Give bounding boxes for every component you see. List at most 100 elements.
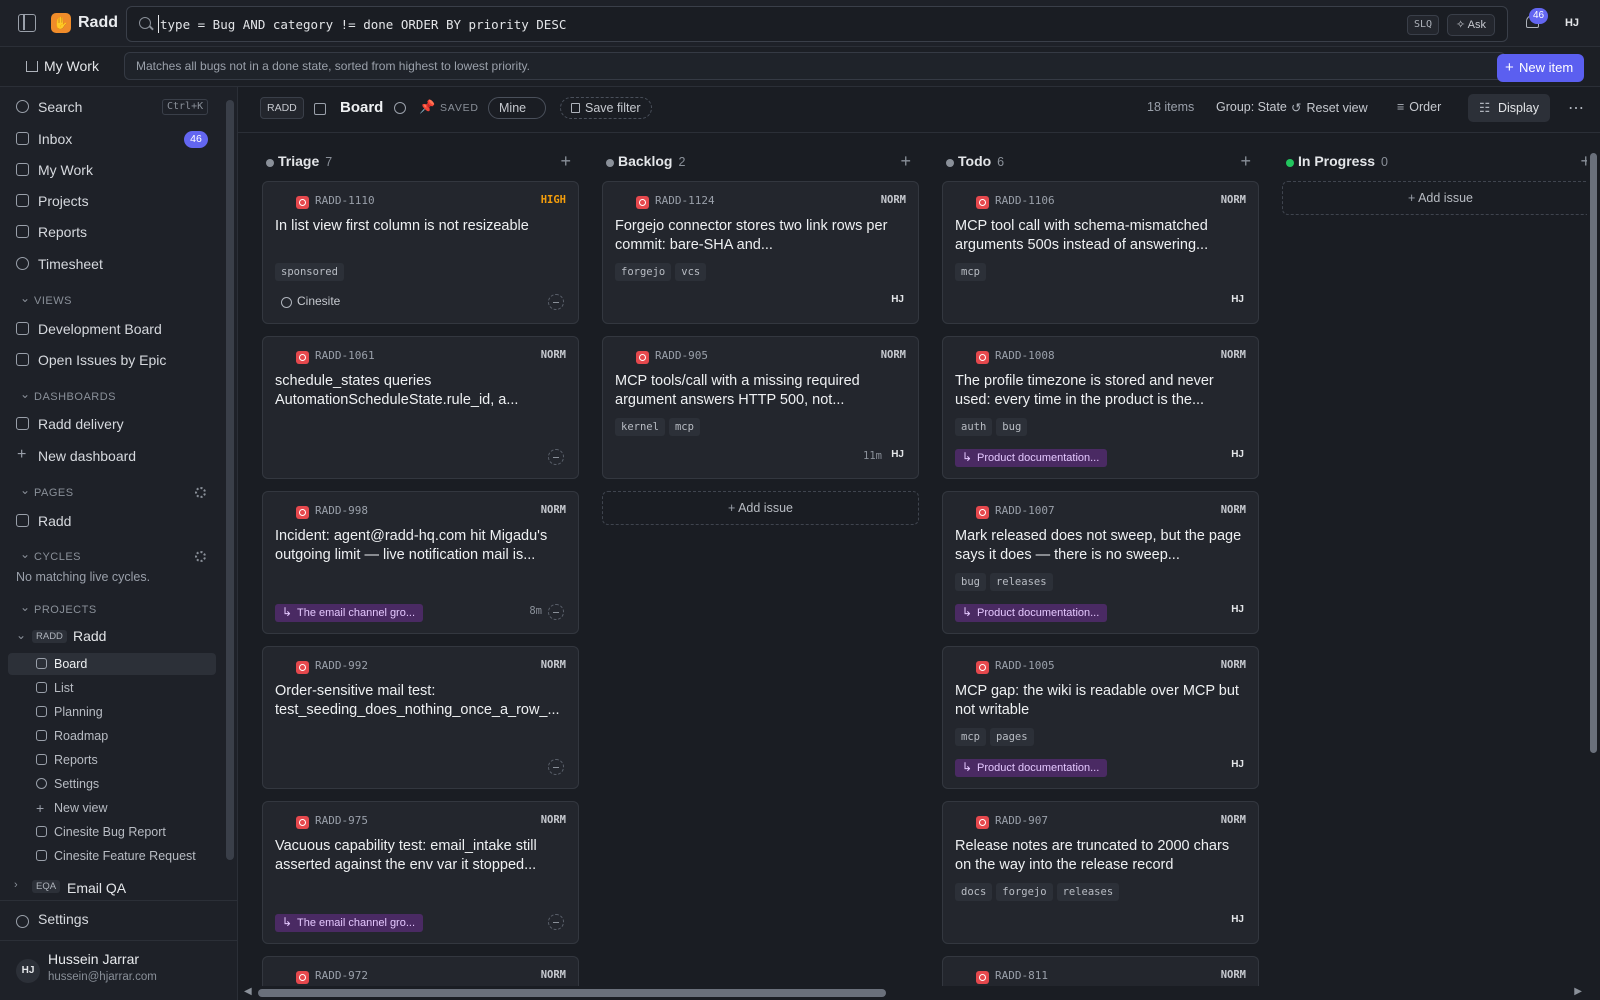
ask-button[interactable]: ✧ Ask [1446, 14, 1495, 36]
assignee-avatar[interactable]: HJ [1231, 449, 1244, 460]
sidebar-toggle-icon[interactable] [18, 14, 36, 32]
board-horizontal-scrollbar[interactable]: ◀ ▶ [238, 986, 1600, 1000]
epic-link[interactable]: The email channel gro... [275, 913, 424, 932]
save-filter-button[interactable]: Save filter [560, 97, 652, 119]
user-avatar[interactable]: HJ [1559, 12, 1585, 34]
assignee-avatar[interactable]: HJ [1231, 914, 1244, 925]
sidebar-item-timesheet[interactable]: Timesheet [16, 253, 103, 275]
sidebar-scrollbar[interactable] [226, 100, 234, 860]
add-issue-button[interactable]: Add issue [1282, 181, 1587, 215]
assignee-avatar[interactable]: HJ [891, 294, 904, 305]
project-nav-board[interactable]: Board [8, 653, 216, 675]
scroll-right-arrow-icon[interactable]: ▶ [1574, 986, 1582, 997]
pages-settings-gear-icon[interactable] [195, 487, 206, 498]
chevron-down-icon[interactable]: ⌄ [16, 628, 26, 642]
project-name[interactable]: Email QA [67, 880, 126, 896]
sidebar-page-item[interactable]: Radd [16, 510, 71, 532]
new-dashboard-button[interactable]: + New dashboard [16, 445, 136, 467]
scrollbar-thumb[interactable] [258, 989, 886, 997]
issue-card[interactable]: RADD-1005 NORM MCP gap: the wiki is read… [942, 646, 1259, 789]
sidebar-item-reports[interactable]: Reports [16, 221, 87, 243]
user-profile[interactable]: HJ Hussein Jarrar hussein@hjarrar.com [0, 940, 238, 1000]
project-nav-new-view[interactable]: + New view [36, 797, 216, 819]
project-nav-form[interactable]: Cinesite Bug Report [36, 821, 216, 843]
query-input[interactable]: type = Bug AND category != done ORDER BY… [126, 6, 1508, 42]
project-nav-list[interactable]: List [36, 677, 216, 699]
sidebar-item-my-work[interactable]: My Work [16, 159, 93, 181]
issue-card[interactable]: RADD-1008 NORM The profile timezone is s… [942, 336, 1259, 479]
sidebar-view-item[interactable]: Open Issues by Epic [16, 349, 166, 371]
project-nav-form[interactable]: Cinesite Feature Request [36, 845, 216, 867]
sidebar-dashboard-item[interactable]: Radd delivery [16, 413, 124, 435]
add-to-column-button[interactable]: + [560, 151, 571, 172]
display-button[interactable]: ☷ Display [1468, 94, 1550, 122]
sidebar-item-search[interactable]: Search [16, 96, 82, 118]
epic-link[interactable]: Product documentation... [955, 603, 1108, 622]
unassigned-avatar-icon[interactable] [548, 759, 564, 775]
new-item-button[interactable]: New item [1497, 54, 1584, 82]
order-button[interactable]: ≡ Order [1397, 100, 1441, 114]
assignee-avatar[interactable]: HJ [1231, 294, 1244, 305]
issue-id: RADD-992 [315, 659, 368, 672]
project-nav-roadmap[interactable]: Roadmap [36, 725, 216, 747]
unassigned-avatar-icon[interactable] [548, 294, 564, 310]
add-to-column-button[interactable]: + [900, 151, 911, 172]
mine-filter-pill[interactable]: Mine [488, 97, 546, 119]
notification-count-badge: 46 [1529, 8, 1549, 24]
add-to-column-button[interactable]: + [1240, 151, 1251, 172]
group-by-button[interactable]: Group: State [1216, 100, 1287, 114]
sidebar-item-inbox[interactable]: Inbox [16, 128, 72, 150]
scroll-left-arrow-icon[interactable]: ◀ [244, 986, 252, 997]
issue-card[interactable]: RADD-972 NORM [262, 956, 579, 986]
issue-card[interactable]: RADD-811 NORM [942, 956, 1259, 986]
chevron-right-icon[interactable]: › [14, 879, 18, 891]
unassigned-avatar-icon[interactable] [548, 604, 564, 620]
projects-section-heading[interactable]: PROJECTS [20, 600, 97, 616]
project-nav-settings[interactable]: Settings [36, 773, 216, 795]
dashboards-section-heading[interactable]: DASHBOARDS [20, 387, 116, 403]
pages-section-heading[interactable]: PAGES [20, 483, 74, 499]
cycles-settings-gear-icon[interactable] [195, 551, 206, 562]
project-chip[interactable]: RADD [260, 97, 304, 119]
label-tag: kernel [615, 418, 665, 436]
status-dot-icon [606, 159, 614, 167]
project-nav-planning[interactable]: Planning [36, 701, 216, 723]
add-issue-button[interactable]: Add issue [602, 491, 919, 525]
assignee-avatar[interactable]: HJ [1231, 604, 1244, 615]
issue-card[interactable]: RADD-998 NORM Incident: agent@radd-hq.co… [262, 491, 579, 634]
issue-card[interactable]: RADD-975 NORM Vacuous capability test: e… [262, 801, 579, 944]
display-label: Display [1498, 101, 1539, 115]
reset-view-button[interactable]: ↺ Reset view [1291, 100, 1368, 115]
views-section-heading[interactable]: VIEWS [20, 291, 72, 307]
query-text[interactable]: type = Bug AND category != done ORDER BY… [160, 17, 566, 32]
issue-card[interactable]: RADD-1106 NORM MCP tool call with schema… [942, 181, 1259, 324]
issue-card[interactable]: RADD-1110 HIGH In list view first column… [262, 181, 579, 324]
issue-card[interactable]: RADD-907 NORM Release notes are truncate… [942, 801, 1259, 944]
epic-link[interactable]: Product documentation... [955, 758, 1108, 777]
unassigned-avatar-icon[interactable] [548, 914, 564, 930]
issue-card[interactable]: RADD-1007 NORM Mark released does not sw… [942, 491, 1259, 634]
sidebar-item-settings[interactable]: Settings [16, 911, 89, 928]
pin-icon[interactable]: 📌 [419, 99, 435, 115]
scrollbar-thumb[interactable] [1590, 153, 1597, 753]
unassigned-avatar-icon[interactable] [548, 449, 564, 465]
issue-card[interactable]: RADD-1061 NORM schedule_states queries A… [262, 336, 579, 479]
issue-card[interactable]: RADD-905 NORM MCP tools/call with a miss… [602, 336, 919, 479]
sidebar-item-projects[interactable]: Projects [16, 190, 89, 212]
board-vertical-scrollbar[interactable] [1587, 133, 1600, 986]
my-work-link[interactable]: My Work [26, 58, 99, 74]
issue-card[interactable]: RADD-1124 NORM Forgejo connector stores … [602, 181, 919, 324]
cycles-section-heading[interactable]: CYCLES [20, 547, 81, 563]
assignee-avatar[interactable]: HJ [891, 449, 904, 460]
epic-link[interactable]: Product documentation... [955, 448, 1108, 467]
query-mode-badge[interactable]: SLQ [1406, 15, 1439, 35]
project-nav-reports[interactable]: Reports [36, 749, 216, 771]
assignee-avatar[interactable]: HJ [1231, 759, 1244, 770]
globe-icon[interactable] [394, 102, 406, 114]
customer-link[interactable]: Cinesite [281, 294, 340, 308]
issue-card[interactable]: RADD-992 NORM Order-sensitive mail test:… [262, 646, 579, 789]
project-name[interactable]: Radd [73, 628, 106, 644]
epic-link[interactable]: The email channel gro... [275, 603, 424, 622]
more-options-icon[interactable]: ⋯ [1568, 98, 1584, 118]
sidebar-view-item[interactable]: Development Board [16, 318, 162, 340]
